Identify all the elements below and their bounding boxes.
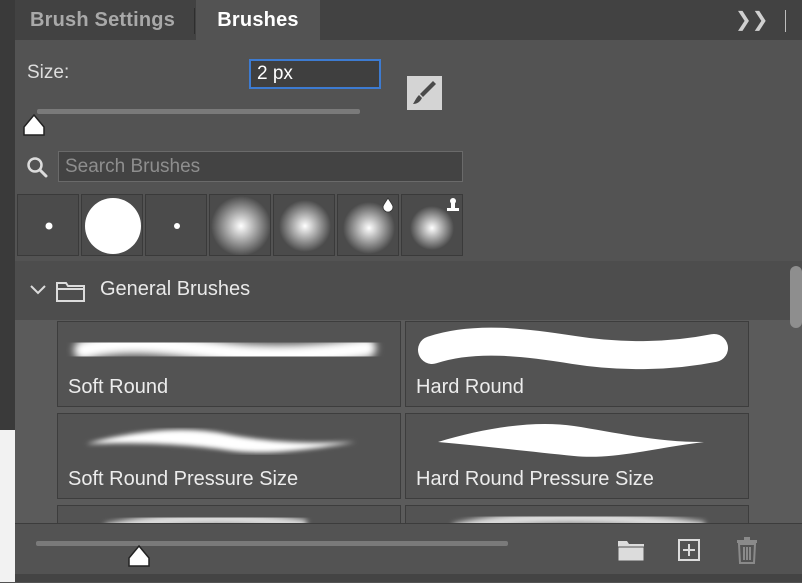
paintbrush-icon	[413, 81, 436, 104]
brush-stroke-preview	[110, 512, 307, 523]
brush-tool-button[interactable]	[407, 76, 442, 110]
hard-small-tip-icon	[45, 222, 53, 230]
brush-preset-partial[interactable]	[405, 505, 749, 523]
brush-preset-label: Soft Round	[68, 376, 169, 398]
brush-preset-hard-round[interactable]: Hard Round	[405, 321, 749, 407]
soft-wet-tip-icon	[343, 197, 395, 254]
size-slider-thumb[interactable]	[22, 113, 46, 137]
hard-large-tip-icon	[85, 198, 141, 254]
panel-menu-divider	[785, 10, 786, 32]
size-input[interactable]	[249, 59, 381, 89]
tab-separator	[194, 8, 195, 34]
recent-brush-preset[interactable]	[401, 194, 463, 256]
soft-pressure-stroke-preview	[86, 429, 356, 453]
soft-stamp-tip-icon	[410, 198, 459, 250]
recent-brush-preset[interactable]	[17, 194, 79, 256]
recent-brush-preset[interactable]	[145, 194, 207, 256]
left-edge-light	[0, 430, 15, 582]
brush-preset-soft-round-pressure-size[interactable]: Soft Round Pressure Size	[57, 413, 401, 499]
preview-size-slider-track[interactable]	[36, 541, 508, 546]
brush-stroke-preview	[457, 511, 705, 523]
droplet-icon	[382, 197, 394, 213]
soft-medium-tip-icon	[279, 200, 331, 252]
brush-preset-hard-round-pressure-size[interactable]: Hard Round Pressure Size	[405, 413, 749, 499]
recent-brush-preset[interactable]	[81, 194, 143, 256]
search-icon	[27, 157, 48, 178]
chevron-down-icon[interactable]	[29, 281, 47, 299]
brush-preset-label: Hard Round Pressure Size	[416, 468, 654, 490]
brush-preset-label: Soft Round Pressure Size	[68, 468, 299, 490]
size-slider-track[interactable]	[37, 109, 360, 114]
recent-brush-preset[interactable]	[273, 194, 335, 256]
tab-brushes[interactable]: Brushes	[196, 0, 320, 40]
left-edge-strip	[0, 0, 15, 430]
search-brushes-input[interactable]	[58, 151, 463, 182]
panel-tab-bar: Brush Settings Brushes ❯❯	[15, 0, 802, 40]
recent-brush-preset[interactable]	[337, 194, 399, 256]
panel-bottom-edge	[15, 574, 802, 582]
new-brush-icon[interactable]	[677, 538, 701, 562]
brush-preset-label: Hard Round	[416, 376, 524, 398]
folder-icon	[56, 282, 85, 302]
hard-pressure-stroke-preview	[438, 423, 704, 457]
brush-list[interactable]: General Brushes Soft Round Hard Round So…	[15, 261, 802, 523]
brush-group-general[interactable]: General Brushes	[15, 261, 802, 320]
soft-large-tip-icon	[211, 196, 270, 255]
brush-preset-soft-round[interactable]: Soft Round	[57, 321, 401, 407]
preview-size-slider-thumb[interactable]	[127, 544, 151, 568]
stamp-icon	[447, 198, 459, 211]
hard-tiny-tip-icon	[174, 223, 180, 229]
panel-collapse-icon[interactable]: ❯❯	[735, 6, 769, 34]
brush-list-scrollbar[interactable]	[790, 266, 802, 328]
trash-icon[interactable]	[735, 536, 759, 564]
folder-icon[interactable]	[617, 538, 645, 562]
tab-brush-settings[interactable]: Brush Settings	[30, 0, 175, 40]
hard-round-stroke-preview	[418, 327, 728, 370]
brush-preset-partial[interactable]	[57, 505, 401, 523]
recent-brush-preset[interactable]	[209, 194, 271, 256]
brush-group-label: General Brushes	[100, 278, 251, 300]
soft-round-stroke-preview	[74, 333, 376, 365]
size-label: Size:	[27, 62, 70, 83]
